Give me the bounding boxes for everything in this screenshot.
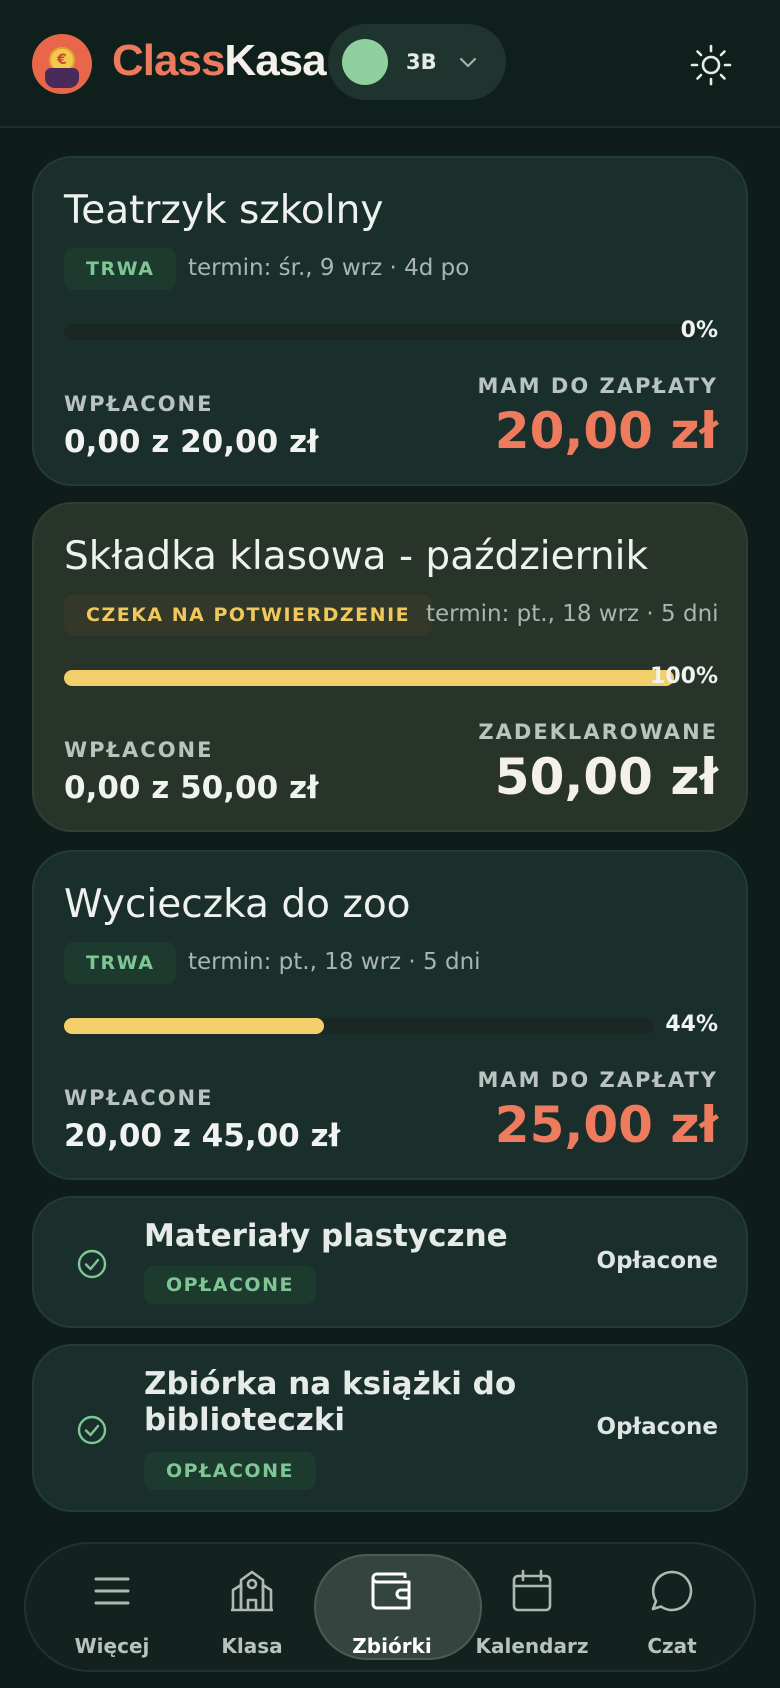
- nav-item-wiecej[interactable]: Więcej: [42, 1544, 182, 1670]
- paid-value: 0,00 z 20,00 zł: [64, 424, 319, 460]
- progress-percent: 0%: [680, 318, 718, 343]
- paid-value: 0,00 z 50,00 zł: [64, 770, 319, 806]
- collection-card-skladka[interactable]: Składka klasowa - październik CZEKA NA P…: [32, 502, 748, 832]
- chat-icon: [651, 1570, 693, 1612]
- collection-title: Teatrzyk szkolny: [64, 188, 384, 233]
- menu-icon: [94, 1577, 130, 1605]
- status-badge: TRWA: [64, 942, 177, 984]
- collection-title: Składka klasowa - październik: [64, 534, 649, 579]
- brand-part-2: Kasa: [224, 36, 326, 85]
- due-label: MAM DO ZAPŁATY: [477, 1068, 718, 1092]
- paid-value: 20,00 z 45,00 zł: [64, 1118, 341, 1154]
- paid-collection-materialy[interactable]: Materiały plastyczne OPŁACONE Opłacone: [32, 1196, 748, 1328]
- progress-percent: 44%: [665, 1012, 718, 1037]
- nav-label: Kalendarz: [475, 1634, 589, 1658]
- nav-item-zbiorki[interactable]: Zbiórki: [314, 1544, 482, 1670]
- app-header: € ClassKasa 3B: [0, 0, 780, 128]
- paid-collection-title: Zbiórka na książki do biblioteczki: [144, 1366, 516, 1438]
- app-brand: ClassKasa: [112, 36, 327, 86]
- paid-badge: OPŁACONE: [144, 1266, 316, 1304]
- check-circle-icon: [77, 1415, 107, 1445]
- paid-label: WPŁACONE: [64, 738, 214, 762]
- class-label: 3B: [406, 50, 437, 74]
- nav-label: Czat: [647, 1634, 697, 1658]
- jar-icon: [45, 68, 79, 88]
- progress-fill: [64, 1018, 324, 1034]
- progress-fill: [64, 670, 674, 686]
- nav-item-klasa[interactable]: Klasa: [182, 1544, 322, 1670]
- status-badge: TRWA: [64, 248, 177, 290]
- paid-badge: OPŁACONE: [144, 1452, 316, 1490]
- bottom-navigation: Więcej Klasa Zbiórki Kalendarz Czat: [24, 1542, 756, 1672]
- due-label: MAM DO ZAPŁATY: [477, 374, 718, 398]
- title-line-2: biblioteczki: [144, 1402, 346, 1438]
- nav-item-czat[interactable]: Czat: [602, 1544, 742, 1670]
- school-icon: [231, 1570, 273, 1612]
- wallet-icon: [371, 1572, 411, 1610]
- paid-collection-title: Materiały plastyczne: [144, 1218, 508, 1254]
- status-badge: CZEKA NA POTWIERDZENIE: [64, 594, 433, 636]
- chevron-down-icon: [459, 57, 477, 68]
- title-line-1: Zbiórka na książki do: [144, 1366, 517, 1402]
- collection-title: Wycieczka do zoo: [64, 882, 411, 927]
- due-amount: 20,00 zł: [494, 402, 718, 460]
- nav-label: Zbiórki: [352, 1634, 432, 1658]
- paid-status: Opłacone: [596, 1248, 718, 1274]
- collection-card-zoo[interactable]: Wycieczka do zoo TRWA termin: pt., 18 wr…: [32, 850, 748, 1180]
- brand-part-1: Class: [112, 36, 225, 85]
- declared-amount: 50,00 zł: [494, 748, 718, 806]
- calendar-icon: [512, 1569, 552, 1612]
- paid-label: WPŁACONE: [64, 1086, 214, 1110]
- nav-item-kalendarz[interactable]: Kalendarz: [462, 1544, 602, 1670]
- deadline-text: termin: pt., 18 wrz · 5 dni: [426, 601, 719, 627]
- deadline-text: termin: śr., 9 wrz · 4d po: [188, 255, 470, 281]
- progress-bar: [64, 670, 674, 686]
- paid-collection-ksiazki[interactable]: Zbiórka na książki do biblioteczki OPŁAC…: [32, 1344, 748, 1512]
- class-selector[interactable]: 3B: [328, 24, 506, 100]
- check-circle-icon: [77, 1249, 107, 1279]
- screen: € ClassKasa 3B Teatrzyk szkolny TRWA ter…: [0, 0, 780, 1688]
- paid-label: WPŁACONE: [64, 392, 214, 416]
- sun-icon[interactable]: [690, 44, 732, 86]
- class-avatar: [342, 39, 388, 85]
- declared-label: ZADEKLAROWANE: [478, 720, 718, 744]
- nav-label: Klasa: [221, 1634, 283, 1658]
- progress-percent: 100%: [650, 664, 718, 689]
- due-amount: 25,00 zł: [494, 1096, 718, 1154]
- deadline-text: termin: pt., 18 wrz · 5 dni: [188, 949, 481, 975]
- paid-status: Opłacone: [596, 1414, 718, 1440]
- progress-bar: [64, 324, 700, 340]
- progress-bar: [64, 1018, 654, 1034]
- collection-card-teatrzyk[interactable]: Teatrzyk szkolny TRWA termin: śr., 9 wrz…: [32, 156, 748, 486]
- nav-label: Więcej: [74, 1634, 150, 1658]
- app-logo: €: [32, 34, 92, 94]
